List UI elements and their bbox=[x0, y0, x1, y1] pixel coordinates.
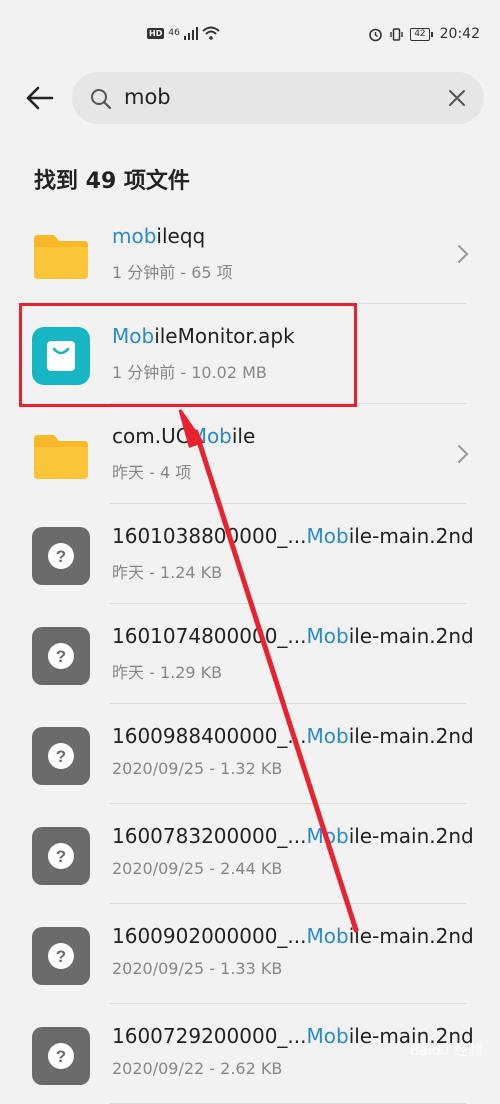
search-input[interactable]: mob bbox=[72, 72, 484, 124]
status-bar: HD 46 42 20:42 bbox=[0, 0, 500, 70]
file-name: 1600988400000_...Mobile-main.2nd bbox=[112, 724, 474, 748]
file-name: 1600902000000_...Mobile-main.2nd bbox=[112, 924, 474, 948]
file-row[interactable]: mobileqq 1 分钟前 - 65 项 bbox=[0, 204, 500, 304]
svg-text:?: ? bbox=[56, 647, 66, 666]
file-name: mobileqq bbox=[112, 224, 206, 248]
status-right: 42 20:42 bbox=[368, 26, 480, 42]
chevron-right-icon bbox=[458, 445, 469, 463]
network-type-icon: 46 bbox=[168, 28, 180, 38]
svg-text:?: ? bbox=[56, 947, 66, 966]
unknown-file-icon: ? bbox=[32, 927, 90, 985]
unknown-file-icon: ? bbox=[32, 827, 90, 885]
file-row[interactable]: ? 1600783200000_...Mobile-main.2nd 2020/0… bbox=[0, 804, 500, 904]
file-meta: 昨天 - 4 项 bbox=[112, 463, 192, 482]
file-meta: 2020/09/25 - 2.44 KB bbox=[112, 859, 283, 878]
clock: 20:42 bbox=[439, 26, 480, 42]
search-bar-row: mob bbox=[0, 70, 500, 130]
file-meta: 昨天 - 1.24 KB bbox=[112, 563, 223, 582]
unknown-file-icon: ? bbox=[32, 727, 90, 785]
clear-icon[interactable] bbox=[446, 87, 468, 109]
search-icon bbox=[91, 89, 112, 110]
unknown-file-icon: ? bbox=[32, 1027, 90, 1085]
file-row[interactable]: ? 1600902000000_...Mobile-main.2nd 2020/0… bbox=[0, 904, 500, 1004]
file-meta: 1 分钟前 - 65 项 bbox=[112, 263, 233, 282]
svg-text:?: ? bbox=[56, 547, 66, 566]
file-name: com.UCMobile bbox=[112, 424, 256, 448]
file-row[interactable]: ? 1601074800000_...Mobile-main.2nd 昨天 - 1… bbox=[0, 604, 500, 704]
vibrate-icon bbox=[390, 27, 403, 41]
folder-icon bbox=[34, 235, 88, 279]
wifi-icon bbox=[202, 26, 220, 40]
battery-icon: 42 bbox=[410, 27, 434, 41]
back-arrow-icon[interactable] bbox=[22, 80, 58, 116]
file-meta: 昨天 - 1.29 KB bbox=[112, 663, 223, 682]
file-row[interactable]: ? 1600988400000_...Mobile-main.2nd 2020/0… bbox=[0, 704, 500, 804]
hd-icon: HD bbox=[147, 27, 165, 39]
search-query[interactable]: mob bbox=[124, 85, 171, 109]
annotation-highlight-box bbox=[19, 303, 357, 407]
file-name: 1601038800000_...Mobile-main.2nd bbox=[112, 524, 474, 548]
signal-icon bbox=[183, 27, 198, 40]
file-name: 1600783200000_...Mobile-main.2nd bbox=[112, 824, 474, 848]
file-meta: 2020/09/22 - 2.62 KB bbox=[112, 1059, 283, 1078]
result-count: 找到 49 项文件 bbox=[34, 169, 190, 194]
file-meta: 2020/09/25 - 1.33 KB bbox=[112, 959, 283, 978]
file-meta: 2020/09/25 - 1.32 KB bbox=[112, 759, 283, 778]
unknown-file-icon: ? bbox=[32, 527, 90, 585]
chevron-right-icon bbox=[458, 245, 469, 263]
svg-text:?: ? bbox=[56, 1047, 66, 1066]
file-name: 1601074800000_...Mobile-main.2nd bbox=[112, 624, 474, 648]
watermark: Baidu 经验 bbox=[409, 1043, 482, 1059]
alarm-icon bbox=[369, 28, 382, 41]
svg-text:?: ? bbox=[56, 847, 66, 866]
file-row[interactable]: ? 1601038800000_...Mobile-main.2nd 昨天 - 1… bbox=[0, 504, 500, 604]
unknown-file-icon: ? bbox=[32, 627, 90, 685]
folder-icon bbox=[34, 435, 88, 479]
svg-text:?: ? bbox=[56, 747, 66, 766]
status-indicators: HD 46 bbox=[147, 26, 220, 40]
file-row[interactable]: com.UCMobile 昨天 - 4 项 bbox=[0, 404, 500, 504]
